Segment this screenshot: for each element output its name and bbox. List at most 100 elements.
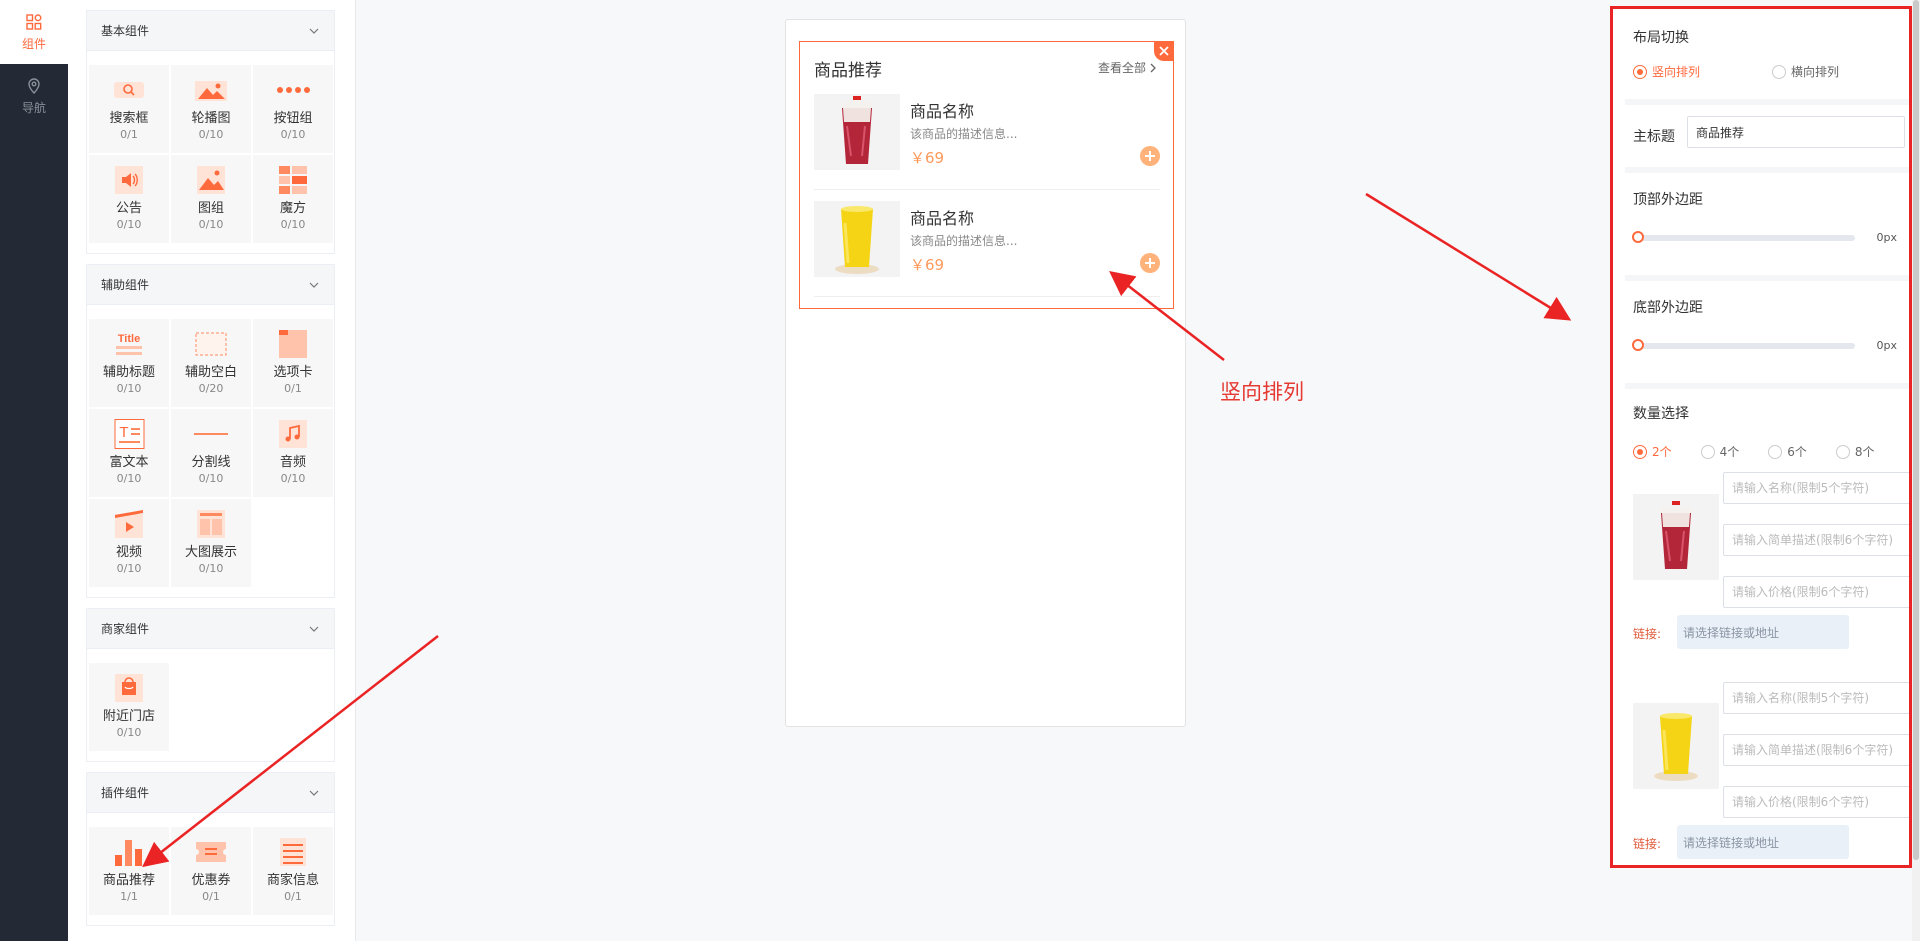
component-item-nearby-store[interactable]: 附近门店 0/10 — [89, 663, 169, 751]
component-item-notice[interactable]: 公告 0/10 — [89, 155, 169, 243]
component-item-rich-text[interactable]: T 富文本 0/10 — [89, 409, 169, 497]
component-count: 1/1 — [120, 890, 138, 903]
component-count: 0/10 — [116, 382, 142, 395]
radio-qty-6[interactable]: 6个 — [1768, 443, 1807, 460]
component-group-auxiliary: 辅助组件 Title 辅助标题 0/10 辅助空白 0/20 选项卡 0/1 T… — [86, 264, 335, 598]
component-count: 0/10 — [280, 128, 306, 141]
component-item-tabs[interactable]: 选项卡 0/1 — [253, 319, 333, 407]
component-item-image-group[interactable]: 图组 0/10 — [171, 155, 251, 243]
view-all-label: 查看全部 — [1097, 61, 1146, 75]
radio-vertical[interactable]: 竖向排列 — [1633, 63, 1700, 80]
search-icon — [114, 82, 144, 98]
group-header[interactable]: 插件组件 — [87, 773, 334, 813]
radio-label: 8个 — [1854, 445, 1875, 459]
product-image — [814, 94, 900, 170]
layout-radio-group: 竖向排列 横向排列 — [1633, 63, 1839, 80]
component-item-cube[interactable]: 魔方 0/10 — [253, 155, 333, 243]
component-name: 搜索框 — [109, 111, 149, 126]
top-margin-slider[interactable] — [1632, 231, 1855, 243]
component-name: 辅助标题 — [102, 365, 155, 380]
component-item-carousel[interactable]: 轮播图 0/10 — [171, 65, 251, 153]
component-item-audio[interactable]: 音频 0/10 — [253, 409, 333, 497]
view-all-link[interactable]: 查看全部 — [1098, 59, 1157, 76]
add-to-cart-button[interactable] — [1140, 253, 1160, 273]
component-name: 选项卡 — [273, 365, 313, 380]
carousel-image-icon — [195, 81, 227, 101]
item-price-input[interactable] — [1723, 576, 1909, 608]
main-title-section: 主标题 — [1625, 105, 1909, 173]
phone-preview: 商品推荐 查看全部 商品名称 该商品的描述信息... ￥69 商品名称 该商品的… — [785, 19, 1186, 727]
group-header[interactable]: 商家组件 — [87, 609, 334, 649]
radio-label: 竖向排列 — [1652, 65, 1701, 79]
add-to-cart-button[interactable] — [1140, 146, 1160, 166]
radio-label: 2个 — [1652, 445, 1672, 459]
main-title-input[interactable] — [1687, 116, 1905, 148]
component-item-divider[interactable]: 分割线 0/10 — [171, 409, 251, 497]
component-count: 0/10 — [116, 218, 142, 231]
layout-section: 布局切换 竖向排列 横向排列 — [1625, 9, 1909, 105]
group-header[interactable]: 基本组件 — [87, 11, 334, 51]
link-select[interactable]: 请选择链接或地址 — [1677, 615, 1849, 649]
red-drink-cup-image — [842, 96, 872, 164]
radio-qty-8[interactable]: 8个 — [1835, 443, 1875, 460]
component-item-aux-blank[interactable]: 辅助空白 0/20 — [171, 319, 251, 407]
button-group-icon — [277, 87, 310, 93]
product-recommend-block[interactable]: 商品推荐 查看全部 商品名称 该商品的描述信息... ￥69 商品名称 该商品的… — [799, 41, 1174, 309]
component-count: 0/1 — [120, 128, 138, 141]
scrollbar-thumb[interactable] — [1913, 0, 1919, 860]
product-price: ￥69 — [910, 256, 945, 274]
component-count: 0/10 — [280, 472, 306, 485]
recommend-title: 商品推荐 — [814, 61, 882, 81]
link-select[interactable]: 请选择链接或地址 — [1677, 825, 1849, 859]
product-description: 该商品的描述信息... — [910, 234, 1018, 248]
settings-scrollbar[interactable] — [1912, 0, 1920, 941]
component-name: 视频 — [115, 545, 142, 560]
quantity-radio-group: 2个 4个 6个 8个 — [1633, 443, 1875, 460]
item-desc-input[interactable] — [1723, 524, 1909, 556]
item-desc-input[interactable] — [1723, 734, 1909, 766]
product-item[interactable]: 商品名称 该商品的描述信息... ￥69 — [814, 191, 1160, 297]
component-item-search[interactable]: 搜索框 0/1 — [89, 65, 169, 153]
radio-qty-2[interactable]: 2个 — [1633, 443, 1672, 460]
blank-space-icon — [195, 332, 227, 356]
group-title: 商家组件 — [101, 622, 150, 636]
component-item-merchant-info[interactable]: 商家信息 0/1 — [253, 827, 333, 915]
component-name: 辅助空白 — [184, 365, 237, 380]
component-name: 商品推荐 — [102, 873, 155, 888]
component-item-product-recommend[interactable]: 商品推荐 1/1 — [89, 827, 169, 915]
rail-item-navigation[interactable]: 导航 — [0, 64, 68, 128]
component-item-coupon[interactable]: 优惠券 0/1 — [171, 827, 251, 915]
slider-handle[interactable] — [1632, 231, 1644, 243]
product-name: 商品名称 — [910, 209, 975, 228]
item-image-upload[interactable] — [1633, 703, 1719, 789]
image-icon — [197, 166, 225, 194]
music-note-icon — [279, 420, 307, 448]
annotation-arrow — [1365, 192, 1572, 321]
component-count: 0/10 — [280, 218, 306, 231]
component-item-button-group[interactable]: 按钮组 0/10 — [253, 65, 333, 153]
chevron-down-icon — [309, 282, 319, 288]
product-item[interactable]: 商品名称 该商品的描述信息... ￥69 — [814, 84, 1160, 190]
rail-item-label: 组件 — [21, 36, 46, 51]
annotation-label: 竖向排列 — [1220, 380, 1304, 404]
component-item-large-image[interactable]: 大图展示 0/10 — [171, 499, 251, 587]
component-item-aux-title[interactable]: Title 辅助标题 0/10 — [89, 319, 169, 407]
item-name-input[interactable] — [1723, 682, 1909, 714]
group-header[interactable]: 辅助组件 — [87, 265, 334, 305]
radio-horizontal[interactable]: 横向排列 — [1772, 63, 1839, 80]
list-lines-icon — [280, 838, 306, 866]
item-price-input[interactable] — [1723, 786, 1909, 818]
close-button[interactable] — [1154, 41, 1174, 61]
svg-text:T: T — [119, 424, 128, 441]
slider-handle[interactable] — [1632, 339, 1644, 351]
bottom-margin-slider[interactable] — [1632, 339, 1855, 351]
component-item-video[interactable]: 视频 0/10 — [89, 499, 169, 587]
components-icon — [26, 13, 42, 30]
radio-qty-4[interactable]: 4个 — [1700, 443, 1739, 460]
radio-dot — [1835, 444, 1850, 459]
item-name-input[interactable] — [1723, 472, 1909, 504]
yellow-drink-cup-image — [835, 206, 879, 274]
rail-item-components[interactable]: 组件 — [0, 0, 68, 64]
item-image-upload[interactable] — [1633, 494, 1719, 580]
chevron-right-icon — [1150, 63, 1156, 72]
